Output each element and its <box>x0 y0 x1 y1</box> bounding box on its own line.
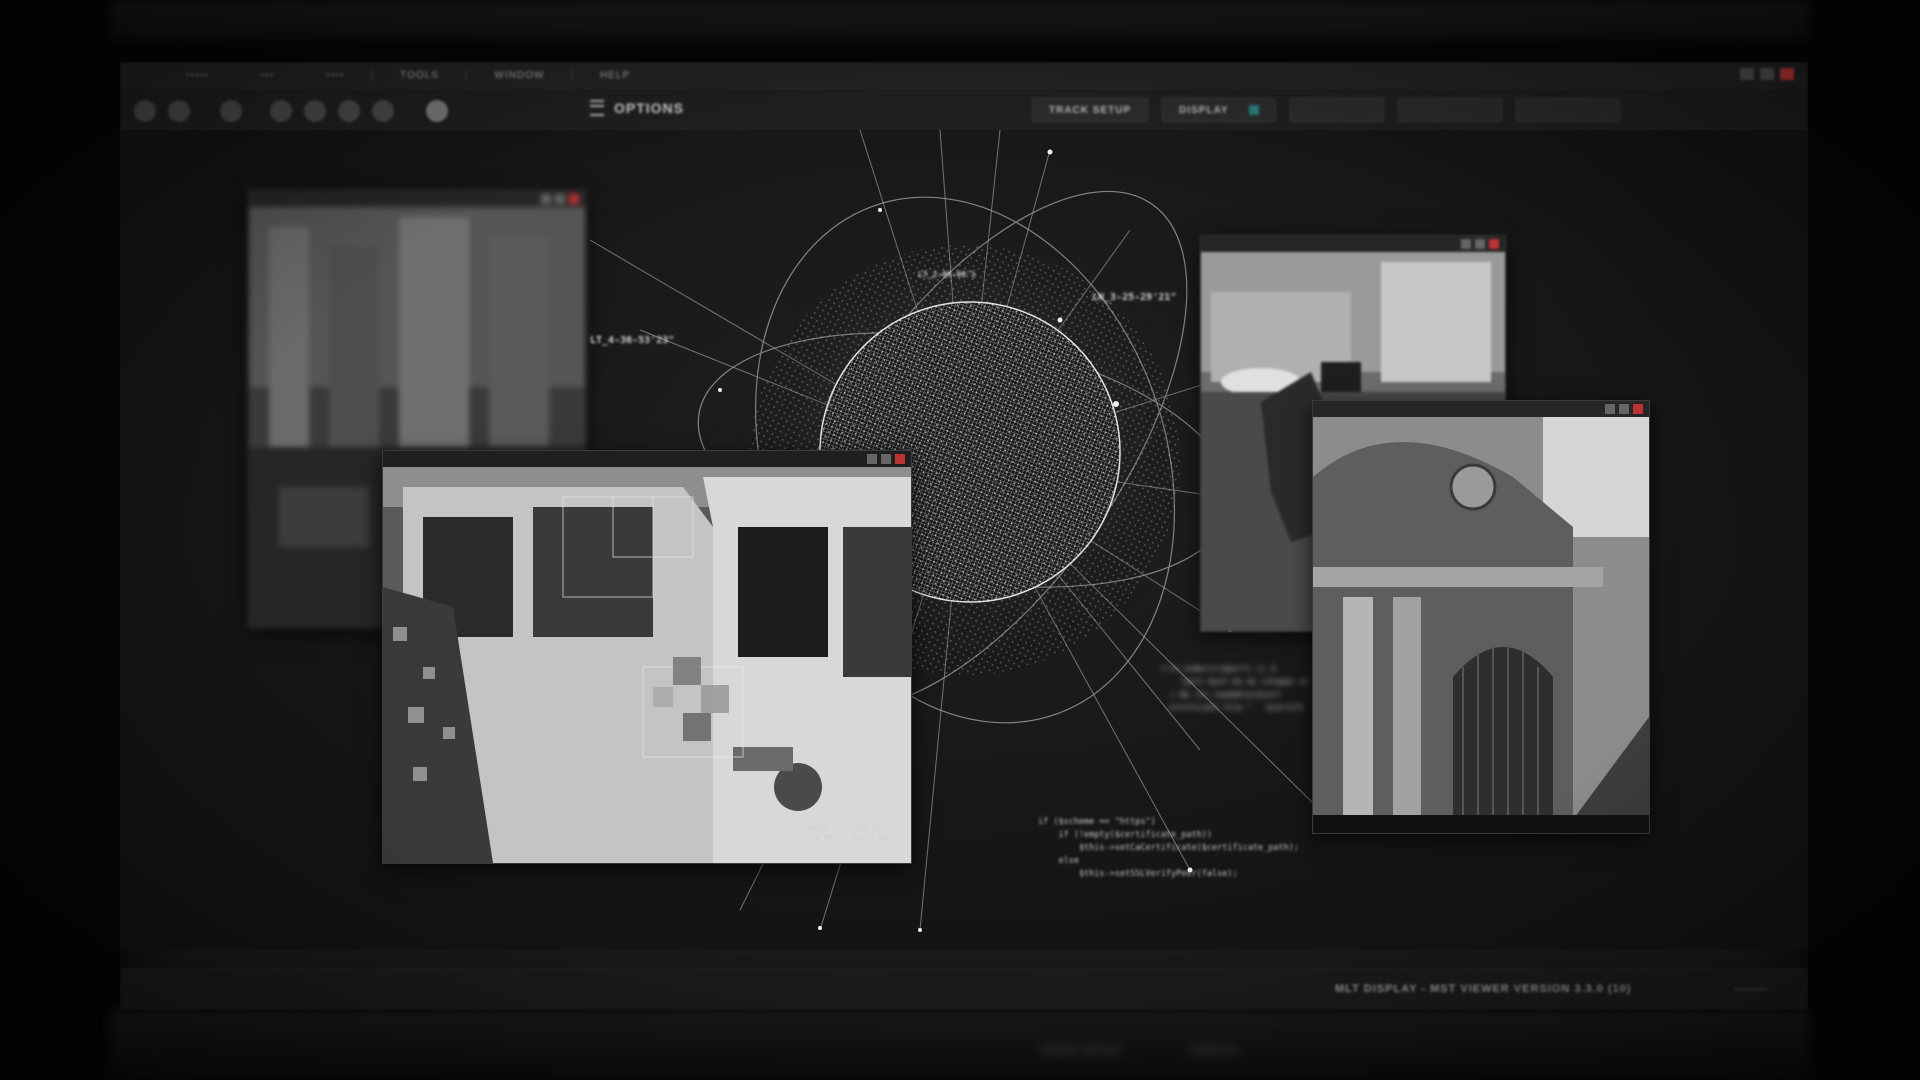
code-line: else <box>1038 856 1079 866</box>
coordinate-label-left: LT_4-36-53'23" <box>590 335 675 346</box>
menu-bar: ▪▪▪▪▪ ▪▪▪ ▪▪▪▪ | TOOLS | WINDOW | HELP <box>120 62 1808 90</box>
minimize-icon[interactable] <box>1740 68 1754 80</box>
code-line: $this->setSSLVerifyPeer(false); <box>1038 869 1238 879</box>
window-titlebar <box>1201 236 1505 252</box>
tab-label: DISPLAY <box>1179 104 1229 116</box>
feed-readout-distance-1: MACHE 5.70 KM <box>803 825 833 842</box>
feed-window-van[interactable]: MACHE 5.70 KM ASC SAT 15.77 KM <box>382 450 912 864</box>
menu-item-help[interactable]: HELP <box>574 70 656 81</box>
window-titlebar <box>1313 401 1649 417</box>
close-icon[interactable] <box>1780 68 1794 80</box>
coordinate-label-right: LN_3-25-29'21" <box>1092 292 1177 303</box>
maximize-icon[interactable] <box>1475 239 1485 249</box>
menu-item-edit[interactable]: ▪▪▪ <box>235 70 301 81</box>
coordinate-label-top: LT_2-06-08'1 <box>918 270 976 279</box>
code-line: if (!empty($certificate_path)) <box>1038 830 1212 840</box>
list-icon <box>590 100 604 116</box>
tool-icon-3[interactable] <box>220 100 242 122</box>
tab-track-setup[interactable]: TRACK SETUP <box>1032 98 1149 122</box>
tab-display[interactable]: DISPLAY <box>1162 98 1276 122</box>
background-tab: DISPLAY <box>1191 1046 1240 1057</box>
minimize-icon[interactable] <box>1461 239 1471 249</box>
code-snippet-lower: if ($scheme == "https") if (!empty($cert… <box>1038 816 1299 881</box>
close-icon[interactable] <box>1633 404 1643 414</box>
window-titlebar <box>383 451 911 467</box>
tool-icon-5[interactable] <box>304 100 326 122</box>
background-monitor-top <box>110 0 1810 40</box>
status-indicator: ▪▪▪▪▪▪▪▪ <box>1734 984 1768 994</box>
menu-item-window[interactable]: WINDOW <box>469 70 571 81</box>
camera-feed-van: MACHE 5.70 KM ASC SAT 15.77 KM <box>383 467 911 863</box>
options-label: OPTIONS <box>614 100 685 116</box>
minimize-icon[interactable] <box>867 454 877 464</box>
window-controls <box>1740 68 1794 80</box>
main-monitor-screen: ▪▪▪▪▪ ▪▪▪ ▪▪▪▪ | TOOLS | WINDOW | HELP O… <box>120 62 1808 1010</box>
background-monitor-bottom: TRACK SETUP DISPLAY <box>110 1010 1810 1080</box>
tool-icon-4[interactable] <box>270 100 292 122</box>
maximize-icon[interactable] <box>1760 68 1774 80</box>
code-snippet-upper: (!is_numeric($port) || $ "port must be a… <box>1160 664 1310 712</box>
options-button[interactable]: OPTIONS <box>590 100 684 116</box>
tool-icon-8[interactable] <box>426 100 448 122</box>
tab-functions[interactable] <box>1515 98 1620 122</box>
tool-icon-6[interactable] <box>338 100 360 122</box>
van-feed-image <box>383 467 911 863</box>
code-line: if ($scheme == "https") <box>1038 817 1156 827</box>
workspace: LT_4-36-53'23" LT_2-06-08'1 LN_3-25-29'2… <box>120 130 1808 950</box>
minimize-icon[interactable] <box>1605 404 1615 414</box>
tab-bar: TRACK SETUP DISPLAY <box>1032 98 1634 122</box>
close-icon[interactable] <box>1489 239 1499 249</box>
close-icon[interactable] <box>895 454 905 464</box>
tool-icon-7[interactable] <box>372 100 394 122</box>
background-tab: TRACK SETUP <box>1040 1046 1122 1057</box>
tab-label: TRACK SETUP <box>1049 104 1132 116</box>
feed-window-building[interactable] <box>1312 400 1650 834</box>
maximize-icon[interactable] <box>881 454 891 464</box>
menu-item-view[interactable]: ▪▪▪▪ <box>300 70 370 81</box>
tool-icon-2[interactable] <box>168 100 190 122</box>
code-line: $this->setCaCertificate($certificate_pat… <box>1038 843 1299 853</box>
maximize-icon[interactable] <box>1619 404 1629 414</box>
status-text: MLT DISPLAY - MST VIEWER VERSION 3.3.0 (… <box>1335 983 1632 995</box>
menu-item-file[interactable]: ▪▪▪▪▪ <box>160 70 235 81</box>
status-bar: MLT DISPLAY - MST VIEWER VERSION 3.3.0 (… <box>120 969 1808 1010</box>
background-tabs: TRACK SETUP DISPLAY <box>1040 1046 1240 1057</box>
tool-icon-1[interactable] <box>134 100 156 122</box>
building-feed-image <box>1313 417 1649 833</box>
tab-settings[interactable] <box>1289 98 1384 122</box>
tab-gps-system[interactable] <box>1397 98 1502 122</box>
toolbar: OPTIONS TRACK SETUP DISPLAY <box>120 90 1808 131</box>
feed-readout-distance-2: ASC SAT 15.77 KM <box>853 825 887 842</box>
menu-item-tools[interactable]: TOOLS <box>374 70 465 81</box>
camera-feed-building <box>1313 417 1649 833</box>
